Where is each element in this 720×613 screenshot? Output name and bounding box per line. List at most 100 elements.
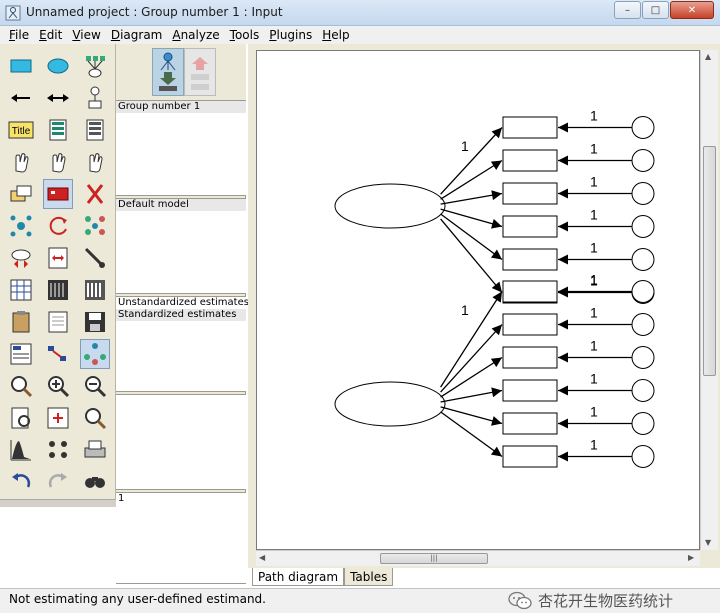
zoom-in-tool-button[interactable] [43,371,73,401]
tab-tables[interactable]: Tables [344,568,394,586]
scroll-up-arrow-icon[interactable]: ▲ [705,52,711,61]
bayesian-estimation-tool-button[interactable] [6,435,36,465]
redo-tool-button[interactable] [43,467,73,497]
add-unique-variable-tool-button[interactable] [80,83,110,113]
reflect-indicators-tool-button[interactable] [80,211,110,241]
models-list-item[interactable]: Default model [116,199,246,211]
duplicate-objects-tool-button[interactable] [6,179,36,209]
view-text-tool-button[interactable] [43,307,73,337]
maximize-button[interactable]: □ [642,1,669,19]
draw-latent-with-indicators-tool-button[interactable] [80,51,110,81]
save-diagram-tool-button[interactable] [80,307,110,337]
tab-path-diagram[interactable]: Path diagram [252,568,345,586]
bottom-list-item[interactable]: 1 [116,493,246,505]
error-variable[interactable] [631,445,655,468]
error-variable[interactable] [631,215,655,238]
error-variable[interactable] [631,116,655,139]
draw-unobserved-variable-tool-button[interactable] [43,51,73,81]
scroll-down-arrow-icon[interactable]: ▼ [705,538,711,547]
resize-diagram-tool-button[interactable] [43,403,73,433]
regression-path[interactable] [440,218,503,293]
regression-path[interactable] [440,159,503,200]
minimize-button[interactable]: – [614,1,641,19]
draw-observed-variable-tool-button[interactable] [6,51,36,81]
observed-variable[interactable] [502,215,558,238]
latent-variable[interactable] [334,381,446,427]
observed-variable[interactable] [502,379,558,402]
menu-analyze[interactable]: Analyze [167,26,224,44]
observed-variable[interactable] [502,445,558,468]
drag-properties-tool-button[interactable] [43,339,73,369]
path-diagram-canvas[interactable]: 11111111111111 [256,50,700,550]
estimates-list-item[interactable]: Unstandardized estimates [116,297,249,309]
regression-path[interactable] [440,213,503,261]
print-diagram-tool-button[interactable] [80,435,110,465]
view-output-diagram-button[interactable] [184,48,216,96]
calculate-estimates-tool-button[interactable] [80,275,110,305]
menu-diagram[interactable]: Diagram [106,26,168,44]
select-all-objects-tool-button[interactable] [43,147,73,177]
observed-variable[interactable] [502,182,558,205]
regression-path[interactable] [440,356,503,398]
multiple-group-analysis-tool-button[interactable] [43,435,73,465]
object-properties-tool-button[interactable] [6,339,36,369]
scroll-left-arrow-icon[interactable]: ◀ [259,553,265,562]
estimates-list-item[interactable]: Standardized estimates [116,309,246,321]
change-shape-tool-button[interactable] [6,211,36,241]
preserve-symmetries-tool-button[interactable] [80,339,110,369]
regression-path[interactable] [440,406,503,426]
zoom-in-area-tool-button[interactable] [6,371,36,401]
rotate-indicators-tool-button[interactable] [43,211,73,241]
select-data-files-tool-button[interactable] [6,275,36,305]
zoom-out-tool-button[interactable] [80,371,110,401]
regression-path[interactable] [440,208,503,229]
copy-to-clipboard-tool-button[interactable] [6,307,36,337]
error-variable[interactable] [631,346,655,369]
amos-app-icon[interactable] [5,5,21,21]
error-variable[interactable] [631,182,655,205]
error-variable[interactable] [631,280,655,303]
menu-edit[interactable]: Edit [34,26,67,44]
regression-path[interactable] [440,190,503,205]
specification-search-tool-button[interactable] [80,467,110,497]
menu-view[interactable]: View [67,26,105,44]
menu-file[interactable]: File [4,26,34,44]
undo-tool-button[interactable] [6,467,36,497]
horizontal-scrollbar[interactable]: ◀ ||| ▶ [256,550,700,566]
error-variable[interactable] [631,379,655,402]
latent-variable[interactable] [334,183,446,229]
path-diagram[interactable]: 11111111111111 [257,51,700,550]
vertical-scroll-thumb[interactable] [703,146,716,376]
select-one-object-tool-button[interactable] [6,147,36,177]
observed-variable[interactable] [502,280,558,303]
observed-variable[interactable] [502,313,558,336]
regression-path[interactable] [440,127,503,195]
erase-objects-tool-button[interactable] [80,179,110,209]
regression-path[interactable] [440,291,503,388]
view-input-diagram-button[interactable] [152,48,184,96]
show-whole-page-tool-button[interactable] [6,403,36,433]
horizontal-scroll-thumb[interactable]: ||| [380,553,488,564]
error-variable[interactable] [631,412,655,435]
observed-variable[interactable] [502,346,558,369]
error-variable[interactable] [631,248,655,271]
deselect-all-objects-tool-button[interactable] [80,147,110,177]
draw-covariance-tool-button[interactable] [43,83,73,113]
scroll-diagram-tool-button[interactable] [43,243,73,273]
groups-list-item[interactable]: Group number 1 [116,101,246,113]
move-objects-tool-button[interactable] [43,179,73,209]
title-tool-button[interactable]: Title [6,115,36,145]
touch-up-variable-tool-button[interactable] [80,243,110,273]
move-parameter-tool-button[interactable] [6,243,36,273]
error-variable[interactable] [631,313,655,336]
list-variables-in-dataset-tool-button[interactable] [80,115,110,145]
observed-variable[interactable] [502,412,558,435]
regression-path[interactable] [440,387,503,403]
scroll-right-arrow-icon[interactable]: ▶ [688,553,694,562]
draw-path-tool-button[interactable] [6,83,36,113]
close-button[interactable]: ✕ [670,1,714,19]
regression-path[interactable] [440,324,503,393]
analysis-properties-tool-button[interactable] [43,275,73,305]
magnifier-tool-button[interactable] [80,403,110,433]
error-variable[interactable] [631,149,655,172]
